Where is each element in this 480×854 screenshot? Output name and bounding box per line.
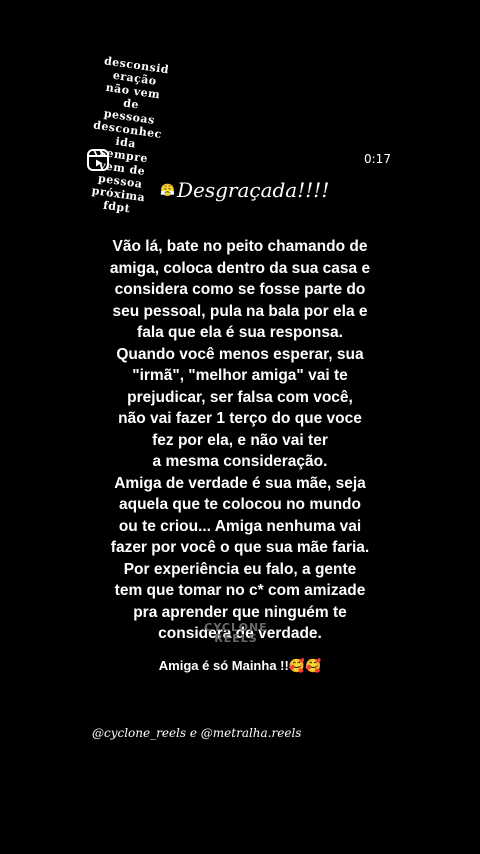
post-line: amiga, coloca dentro da sua casa e <box>109 259 371 277</box>
post-line: prejudicar, ser falsa com você, <box>127 388 353 406</box>
overlay-title: 😤 Desgraçada!!!! <box>160 178 329 202</box>
watermark-line: REELS <box>214 632 258 645</box>
post-line: "irmã", "melhor amiga" vai te <box>132 367 348 384</box>
post-line: Amiga de verdade é sua mãe, seja <box>114 474 366 492</box>
angry-face-icon: 😤 <box>160 183 175 197</box>
post-line: fazer por você o que sua mãe faria. <box>110 539 370 556</box>
watermark-logo: CYCLONE REELS <box>204 622 268 644</box>
post-line: tem que tomar no c* com amizade <box>114 582 366 599</box>
post-line: Vão lá, bate no peito chamando de <box>112 238 368 255</box>
post-line: seu pessoal, pula na bala por ela e <box>112 302 368 320</box>
post-body: Vão lá, bate no peito chamando de amiga,… <box>80 236 400 645</box>
post-line: pra aprender que ninguém te <box>133 603 347 621</box>
post-line: a mesma consideração. <box>152 453 328 470</box>
post-line: Por experiência eu falo, a gente <box>123 560 357 578</box>
post-line: considera como se fosse parte do <box>114 281 366 298</box>
closing-line: Amiga é só Mainha !!🥰🥰 <box>158 658 322 673</box>
post-line: fala que ela é sua responsa. <box>137 324 343 341</box>
post-line: aquela que te colocou no mundo <box>119 496 361 513</box>
credit-text[interactable]: @cyclone_reels e @metralha.reels <box>92 726 301 740</box>
post-line: não vai fazer 1 terço do que voce <box>118 410 362 427</box>
post-line: ou te criou... Amiga nenhuma vai <box>118 517 362 535</box>
post-line: Quando você menos esperar, sua <box>116 345 364 363</box>
post-line: fez por ela, e não vai ter <box>152 431 328 449</box>
overlay-title-text: Desgraçada!!!! <box>176 178 330 202</box>
reels-icon[interactable] <box>86 148 110 172</box>
video-timer: 0:17 <box>364 152 391 166</box>
